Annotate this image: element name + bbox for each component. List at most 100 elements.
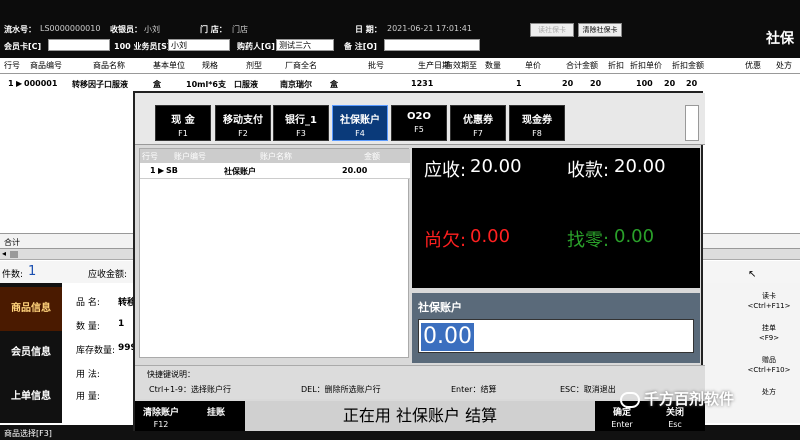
watermark: 千方百剂软件 [620, 388, 800, 416]
wechat-icon [620, 391, 640, 408]
cell-total: 20 [590, 79, 602, 88]
pay-key: F1 [178, 129, 188, 138]
salesperson-input[interactable]: 小刘 [168, 39, 230, 51]
row-pointer-icon: ▶ [16, 79, 23, 88]
nav-item-member[interactable]: 会员信息 [0, 331, 62, 375]
hold-account-button[interactable]: 挂账 [191, 401, 241, 431]
remark-input[interactable] [384, 39, 480, 51]
hint-select: Ctrl+1-9：选择账户行 [149, 385, 232, 394]
pay-label: 社保账户 [340, 115, 380, 126]
read-card-button[interactable]: 读社保卡 [530, 23, 574, 37]
hold-key[interactable]: 挂单 <F9> [746, 319, 792, 347]
table-row[interactable]: 1 ▶ SB 社保账户 20.00 [140, 163, 410, 179]
key-shortcut: <F9> [758, 334, 780, 342]
amount-input[interactable]: 0.00 [418, 319, 694, 353]
pay-label: O2O [407, 111, 431, 122]
col-header: 有效期至 [445, 61, 477, 70]
col-header: 商品名称 [93, 61, 125, 70]
pay-label: 现金券 [522, 115, 552, 126]
cashier-value: 小刘 [144, 25, 160, 34]
col-header: 折扣金额 [672, 61, 704, 70]
pay-mobile-button[interactable]: 移动支付 F2 [215, 105, 271, 141]
cell-discount: 100 [636, 79, 653, 88]
pay-cash-voucher-button[interactable]: 现金券 F8 [509, 105, 565, 141]
row-pointer-icon: ▶ [158, 166, 165, 175]
hold-label: 挂账 [206, 408, 225, 418]
received-value: 20.00 [614, 156, 666, 177]
pay-cash-button[interactable]: 现 金 F1 [155, 105, 211, 141]
pay-key: F5 [414, 125, 424, 134]
name-label: 品 名: [76, 298, 100, 308]
receivable-label: 应收: [424, 160, 467, 181]
pay-label: 移动支付 [223, 115, 263, 126]
pay-label: 银行_1 [285, 115, 317, 126]
clear-account-button[interactable]: 清除账户 F12 [135, 401, 187, 431]
cursor-icon: ↖ [748, 269, 757, 280]
col-header: 单价 [525, 61, 541, 70]
col-header: 数量 [485, 61, 501, 70]
cell-code: 000001 [24, 79, 58, 88]
cell-unit: 盒 [153, 80, 161, 89]
payment-method-bar: 现 金 F1 移动支付 F2 银行_1 F3 社保账户 F4 O2O F5 优惠券 F7 现… [135, 93, 705, 145]
receivable-value: 20.00 [470, 156, 522, 177]
buyer-input[interactable]: 测试三六 [276, 39, 334, 51]
col-header: 折扣单价 [630, 61, 662, 70]
col-header: 商品编号 [30, 61, 62, 70]
hints-title: 快捷键说明： [147, 370, 195, 379]
scroll-thumb[interactable] [10, 251, 18, 258]
cell-price: 20 [562, 79, 574, 88]
scroll-left-icon[interactable]: ◂ [2, 249, 6, 258]
status-message: 正在用 社保账户 结算 [245, 401, 595, 431]
hint-esc: ESC：取消退出 [560, 385, 616, 394]
ok-key: Enter [611, 420, 633, 429]
amount-input-panel: 社保账户 0.00 [412, 293, 700, 363]
due-label: 应收金额: [88, 270, 128, 280]
col-header: 厂商全名 [285, 61, 317, 70]
pay-bar-spacer [685, 105, 699, 141]
read-card-key[interactable]: 读卡 <Ctrl+F11> [746, 287, 792, 315]
buyer-label: 购药人[G] [237, 42, 275, 51]
member-card-label: 会员卡[C] [4, 42, 42, 51]
pay-key: F4 [355, 129, 365, 138]
amount-input-value: 0.00 [421, 323, 474, 351]
col-header: 规格 [202, 61, 218, 70]
sum-label: 合计 [4, 238, 20, 247]
cashier-label: 收银员： [110, 25, 142, 34]
dose-label: 用 量: [76, 392, 100, 402]
key-label: 赠品 [762, 356, 776, 364]
salesperson-label: 100 业务员[S] [114, 42, 171, 51]
col-header: 处方 [776, 61, 792, 70]
col-header: 基本单位 [153, 61, 185, 70]
cell-discount-price: 20 [664, 79, 676, 88]
nav-item-previous[interactable]: 上单信息 [0, 375, 62, 419]
acct-name: 社保账户 [224, 167, 256, 176]
clear-label: 清除账户 [142, 408, 179, 418]
pay-key: F2 [238, 129, 248, 138]
payment-summary: 应收: 20.00 收款: 20.00 尚欠: 0.00 找零: 0.00 [412, 148, 700, 288]
pay-key: F3 [296, 129, 306, 138]
account-table-header: 行号 账户编号 账户名称 金额 [140, 149, 410, 163]
nav-item-product[interactable]: 商品信息 [0, 287, 62, 331]
change-label: 找零: [567, 230, 610, 251]
received-label: 收款: [567, 160, 610, 181]
cell-spec: 10ml*6支 [186, 80, 226, 89]
col-header: 账户编号 [174, 152, 206, 161]
acct-code: SB [166, 166, 178, 175]
stock-label: 库存数量: [76, 346, 116, 356]
pay-bank-button[interactable]: 银行_1 F3 [273, 105, 329, 141]
gift-key[interactable]: 赠品 <Ctrl+F10> [746, 351, 792, 379]
amount-input-label: 社保账户 [418, 301, 462, 314]
pay-label: 现 金 [171, 115, 195, 126]
acct-row-num: 1 [150, 166, 156, 175]
cell-qty: 1 [516, 79, 522, 88]
pay-coupon-button[interactable]: 优惠券 F7 [450, 105, 506, 141]
pay-o2o-button[interactable]: O2O F5 [391, 105, 447, 141]
clear-key: F12 [153, 420, 169, 429]
clear-card-button[interactable]: 清除社保卡 [578, 23, 622, 37]
cell-row-num: 1 [8, 79, 14, 88]
serial-value: LS0000000010 [40, 24, 101, 33]
count-value: 1 [28, 264, 37, 279]
pay-social-insurance-button[interactable]: 社保账户 F4 [332, 105, 388, 141]
col-header: 折扣 [608, 61, 624, 70]
member-card-input[interactable] [48, 39, 110, 51]
